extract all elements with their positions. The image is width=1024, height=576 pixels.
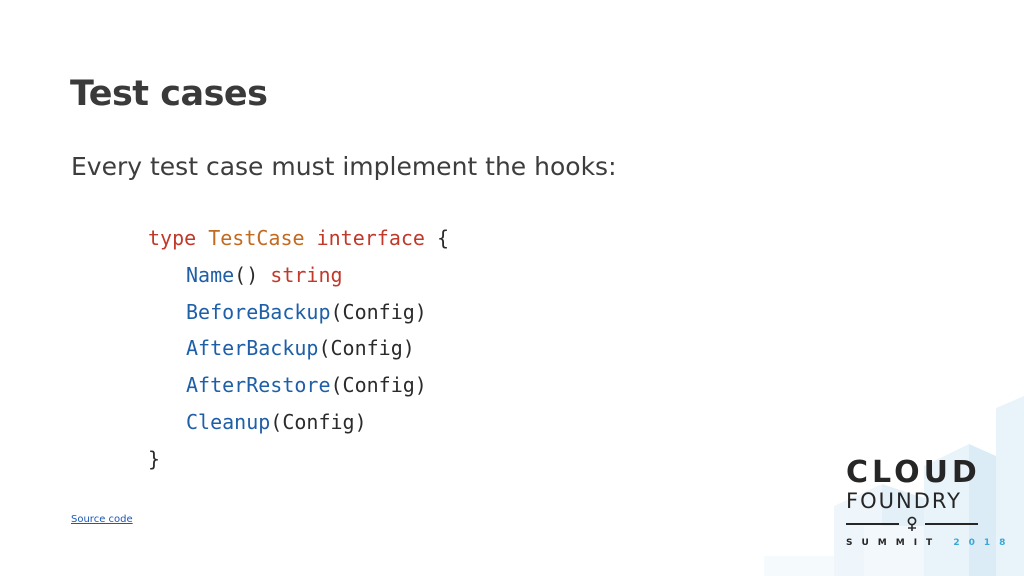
code-brace-open: { <box>424 226 450 250</box>
slide-title: Test cases <box>70 74 268 114</box>
code-method-name: Name <box>186 262 235 287</box>
code-method-name: BeforeBackup <box>186 299 331 324</box>
code-line-name: Name() string <box>148 257 449 294</box>
code-method-args: () <box>234 262 271 287</box>
code-method-name: Cleanup <box>186 409 271 434</box>
logo-summit-text: SUMMIT <box>846 538 942 548</box>
code-line-before-backup: BeforeBackup(Config) <box>148 294 449 331</box>
code-method-name: AfterRestore <box>186 373 331 398</box>
code-keyword-type: type <box>148 226 197 250</box>
logo-rule-right <box>925 523 978 525</box>
slide-subtitle: Every test case must implement the hooks… <box>71 152 617 181</box>
code-line-after-restore: AfterRestore(Config) <box>148 367 449 404</box>
logo-cloud-text: CLOUD <box>846 455 981 490</box>
code-method-args: (Config) <box>330 373 427 398</box>
code-method-name: AfterBackup <box>186 336 319 361</box>
logo-divider <box>846 516 978 532</box>
code-line-cleanup: Cleanup(Config) <box>148 404 449 441</box>
code-return-type: string <box>270 262 343 287</box>
logo-year-text: 2018 <box>953 538 1015 548</box>
code-line-interface-decl: type TestCase interface { <box>148 220 449 257</box>
logo-foundry-text: FOUNDRY <box>846 489 962 513</box>
code-method-args: (Config) <box>330 299 427 324</box>
source-code-link[interactable]: Source code <box>71 514 133 525</box>
logo-summit-row: SUMMIT 2018 <box>846 538 1005 548</box>
code-brace-close: } <box>148 446 161 471</box>
cloud-foundry-summit-logo: CLOUD FOUNDRY SUMMIT 2018 <box>846 455 1005 548</box>
logo-rule-left <box>846 523 899 525</box>
code-block: type TestCase interface { Name() string … <box>148 220 449 478</box>
code-type-name: TestCase <box>208 226 305 250</box>
code-line-after-backup: AfterBackup(Config) <box>148 330 449 367</box>
code-method-args: (Config) <box>270 409 367 434</box>
code-method-args: (Config) <box>318 336 415 361</box>
code-keyword-interface: interface <box>316 226 425 250</box>
bridge-emblem-icon <box>907 516 917 531</box>
code-line-close: } <box>148 441 449 478</box>
